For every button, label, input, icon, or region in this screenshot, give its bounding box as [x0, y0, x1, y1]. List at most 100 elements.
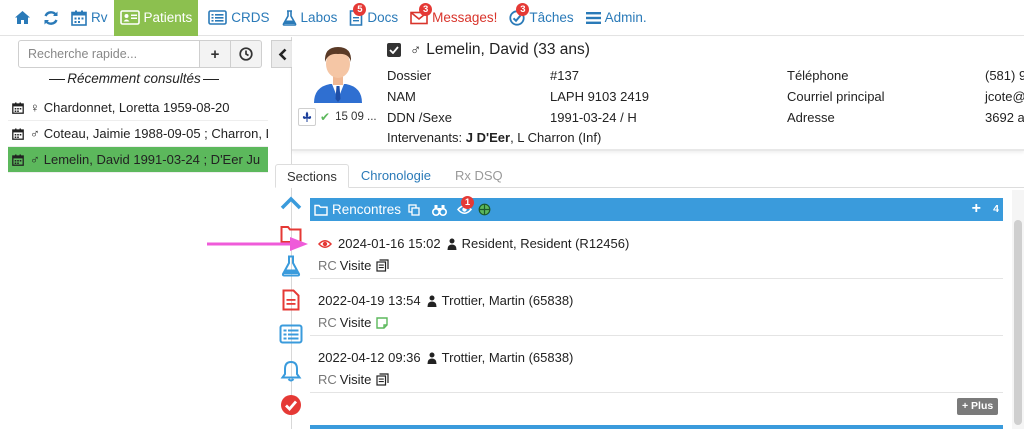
- dossier-label: Dossier: [387, 68, 432, 83]
- patient-name: Lemelin, David (33 ans): [426, 41, 590, 58]
- documents-section-button[interactable]: [278, 287, 304, 313]
- nav-docs-label: Docs: [367, 10, 399, 25]
- sex-symbol: ♂: [30, 152, 40, 167]
- nav-labos[interactable]: Labos: [276, 0, 344, 36]
- ddn-value: 1991-03-24 / H: [550, 110, 637, 125]
- tab-chronologie[interactable]: Chronologie: [349, 164, 443, 188]
- nav-crds[interactable]: CRDS: [202, 0, 275, 36]
- list-section-button[interactable]: [278, 321, 304, 347]
- list-item[interactable]: 2024-01-16 15:02 Resident, Resident (R12…: [310, 222, 1003, 279]
- collapse-panel-button[interactable]: [271, 40, 293, 68]
- checkbox-icon[interactable]: [387, 43, 401, 57]
- encounter-type: Visite: [339, 315, 372, 330]
- encounter-rc: RC: [318, 372, 337, 387]
- folder-icon: [314, 204, 328, 216]
- sex-symbol: ♀: [30, 100, 40, 115]
- rencontres-header[interactable]: Rencontres 1 + 4: [310, 196, 1003, 221]
- nav-messages-label: Messages!: [432, 10, 498, 25]
- recent-item[interactable]: ♂ Coteau, Jaimie 1988-09-05 ; Charron, L…: [8, 121, 268, 147]
- sex-symbol: ♂: [30, 126, 40, 141]
- recent-item-selected[interactable]: ♂ Lemelin, David 1991-03-24 ; D'Eer Ju: [8, 147, 268, 173]
- nav-home[interactable]: [0, 0, 37, 36]
- courriel-label: Courriel principal: [787, 89, 885, 104]
- nav-refresh[interactable]: [37, 0, 65, 36]
- user-md-icon: [427, 352, 437, 364]
- recent-item[interactable]: ♀ Chardonnet, Loretta 1959-08-20: [8, 95, 268, 121]
- recent-item-label: Lemelin, David 1991-03-24 ; D'Eer Ju: [43, 152, 261, 167]
- patient-header: ✔ 15 09 ... ♂ Lemelin, David (33 ans) Do…: [292, 37, 1024, 151]
- content-scrollbar[interactable]: [1012, 190, 1024, 429]
- encounter-provider[interactable]: Resident, Resident (R12456): [462, 236, 630, 251]
- recent-title: Récemment consultés: [0, 71, 268, 86]
- verified-check-icon: ✔: [320, 110, 331, 124]
- add-rencontre-button[interactable]: +: [972, 200, 981, 218]
- info-row: DDN /Sexe 1991-03-24 / H Adresse 3692 a: [387, 108, 1024, 129]
- top-nav: Rv Patients CRDS Labos 5 Docs 3 Messages…: [0, 0, 1024, 36]
- notes-icon[interactable]: [376, 373, 389, 386]
- nav-rv-label: Rv: [91, 10, 108, 25]
- notes-icon[interactable]: [376, 259, 389, 272]
- patient-info-grid: Dossier #137 Téléphone (581) 9 NAM LAPH …: [387, 66, 1024, 129]
- encounter-datetime: 2024-01-16 15:02: [338, 236, 441, 251]
- sticky-note-icon[interactable]: [376, 316, 389, 329]
- alerts-section-button[interactable]: [278, 358, 304, 384]
- ddn-label: DDN /Sexe: [387, 110, 453, 125]
- nav-rv[interactable]: Rv: [65, 0, 114, 36]
- tab-sections[interactable]: Sections: [275, 164, 349, 188]
- user-md-icon: [427, 295, 437, 307]
- scrollbar-thumb[interactable]: [1014, 220, 1022, 425]
- next-panel-header-edge: [310, 425, 1003, 429]
- nav-docs[interactable]: 5 Docs: [343, 0, 404, 36]
- tab-rx-dsq[interactable]: Rx DSQ: [443, 164, 515, 188]
- nav-messages[interactable]: 3 Messages!: [404, 0, 503, 36]
- intervenants: Intervenants: J D'Eer, L Charron (Inf): [387, 130, 601, 145]
- labs-section-button[interactable]: [278, 253, 304, 279]
- list-item[interactable]: 2022-04-19 13:54 Trottier, Martin (65838…: [310, 279, 1003, 336]
- calendar-icon: [12, 154, 24, 166]
- list-card-icon: [208, 10, 228, 25]
- courriel-value: jcote@: [985, 89, 1024, 104]
- more-rencontres-button[interactable]: + Plus: [957, 398, 999, 415]
- pointer-arrow-annotation: [207, 237, 308, 251]
- encounter-provider[interactable]: Trottier, Martin (65838): [442, 350, 574, 365]
- encounter-datetime: 2022-04-12 09:36: [318, 350, 421, 365]
- info-row: NAM LAPH 9103 2419 Courriel principal jc…: [387, 87, 1024, 108]
- clock-icon: [239, 47, 253, 61]
- adresse-value: 3692 a: [985, 110, 1024, 125]
- docs-badge: 5: [353, 2, 367, 16]
- rencontres-list: 2024-01-16 15:02 Resident, Resident (R12…: [310, 222, 1003, 393]
- copy-icon[interactable]: [408, 203, 420, 216]
- scroll-up-button[interactable]: [278, 190, 304, 216]
- nav-taches[interactable]: 3 Tâches: [503, 0, 579, 36]
- encounter-rc: RC: [318, 315, 337, 330]
- qc-date: 15 09 ...: [335, 111, 377, 123]
- adresse-label: Adresse: [787, 110, 835, 125]
- tasks-section-button[interactable]: [278, 392, 304, 418]
- messages-badge: 3: [419, 2, 433, 16]
- quick-search-input[interactable]: [18, 40, 200, 68]
- nav-admin[interactable]: Admin.: [580, 0, 653, 36]
- nam-value: LAPH 9103 2419: [550, 89, 650, 104]
- user-md-icon: [447, 238, 457, 250]
- intervenants-label: Intervenants:: [387, 130, 463, 145]
- history-button[interactable]: [231, 40, 262, 68]
- crosshair-icon[interactable]: [478, 203, 491, 216]
- add-patient-button[interactable]: +: [200, 40, 231, 68]
- quick-search: +: [18, 40, 262, 68]
- fleur-de-lis-button[interactable]: [298, 108, 316, 126]
- id-card-icon: [119, 10, 140, 25]
- refresh-icon: [44, 10, 58, 25]
- nav-patients[interactable]: Patients: [113, 0, 199, 36]
- eye-icon: [318, 239, 332, 248]
- intervenant-other: , L Charron (Inf): [510, 130, 602, 145]
- encounter-rc: RC: [318, 258, 337, 273]
- list-item[interactable]: 2022-04-12 09:36 Trottier, Martin (65838…: [310, 336, 1003, 393]
- eye-badge: 1: [461, 196, 475, 209]
- binoculars-icon[interactable]: [432, 204, 448, 216]
- encounter-type: Visite: [339, 372, 372, 387]
- eye-filter-icon[interactable]: 1: [457, 196, 475, 215]
- recent-list: ♀ Chardonnet, Loretta 1959-08-20 ♂ Cotea…: [8, 95, 268, 173]
- rencontres-title: Rencontres: [332, 202, 402, 217]
- encounter-provider[interactable]: Trottier, Martin (65838): [442, 293, 574, 308]
- list-card-icon: [279, 324, 303, 344]
